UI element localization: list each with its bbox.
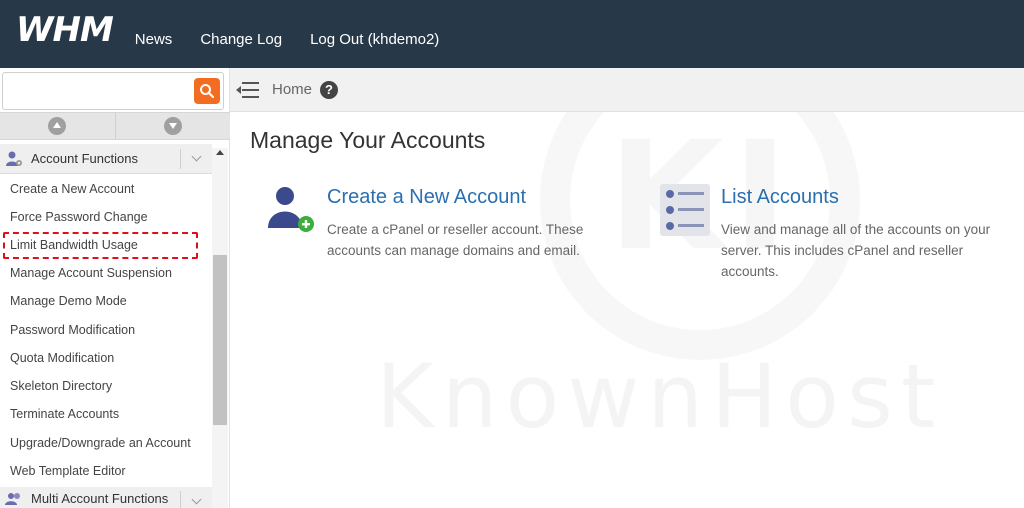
menu-item-force-password-change[interactable]: Force Password Change — [0, 203, 210, 231]
category-multi-account-functions[interactable]: Multi Account Functions — [0, 487, 212, 508]
search-icon — [200, 84, 215, 99]
collapse-toggle[interactable] — [180, 148, 212, 169]
card-description: Create a cPanel or reseller account. The… — [327, 222, 584, 258]
menu-item-create-account[interactable]: Create a New Account — [0, 175, 210, 203]
watermark-text: KnownHost — [376, 345, 943, 448]
arrow-down-icon — [163, 117, 182, 135]
nav-news-link[interactable]: News — [135, 31, 173, 48]
menu-item-quota-modification[interactable]: Quota Modification — [0, 344, 210, 372]
scroll-up-button[interactable] — [0, 113, 116, 139]
menu-item-terminate-accounts[interactable]: Terminate Accounts — [0, 400, 210, 428]
menu-item-account-suspension[interactable]: Manage Account Suspension — [0, 259, 210, 287]
card-title[interactable]: List Accounts — [721, 186, 1016, 209]
top-nav: News Change Log Log Out (khdemo2) — [135, 31, 468, 48]
nav-logout-link[interactable]: Log Out (khdemo2) — [310, 31, 439, 48]
highlight-annotation — [3, 232, 198, 259]
chevron-down-icon — [191, 494, 202, 504]
menu-item-upgrade-downgrade[interactable]: Upgrade/Downgrade an Account — [0, 429, 210, 457]
menu-item-password-modification[interactable]: Password Modification — [0, 316, 210, 344]
category-account-functions[interactable]: Account Functions — [0, 144, 212, 174]
scrollbar-thumb[interactable] — [213, 255, 227, 425]
menu-item-skeleton-directory[interactable]: Skeleton Directory — [0, 372, 210, 400]
card-create-account: Create a New Account Create a cPanel or … — [327, 186, 617, 261]
user-gear-icon — [6, 151, 22, 166]
card-title[interactable]: Create a New Account — [327, 186, 617, 209]
whm-logo[interactable]: WHM — [16, 10, 114, 50]
nav-change-log-link[interactable]: Change Log — [200, 31, 282, 48]
category-label: Account Functions — [31, 151, 138, 166]
help-icon[interactable]: ? — [320, 80, 339, 99]
menu-item-web-template-editor[interactable]: Web Template Editor — [0, 457, 210, 485]
add-user-icon[interactable] — [266, 184, 316, 234]
breadcrumb: Home ? — [230, 68, 1024, 112]
arrow-up-icon — [48, 117, 67, 135]
sidebar: Account Functions Create a New Account F… — [0, 68, 230, 508]
card-list-accounts: List Accounts View and manage all of the… — [721, 186, 1016, 282]
list-accounts-icon[interactable] — [660, 184, 710, 236]
search-input[interactable] — [3, 73, 193, 109]
menu-item-demo-mode[interactable]: Manage Demo Mode — [0, 287, 210, 315]
chevron-down-icon — [191, 151, 202, 162]
category-label: Multi Account Functions — [31, 491, 169, 506]
page-title: Manage Your Accounts — [250, 127, 486, 153]
breadcrumb-home[interactable]: Home — [272, 81, 312, 98]
top-bar: WHM News Change Log Log Out (khdemo2) — [0, 0, 1024, 68]
card-description: View and manage all of the accounts on y… — [721, 222, 991, 279]
scroll-down-button[interactable] — [116, 113, 231, 139]
menu-collapse-icon[interactable] — [236, 81, 260, 99]
search-box — [2, 72, 224, 110]
search-button[interactable] — [194, 78, 220, 104]
sidebar-scroll-controls — [0, 112, 230, 140]
users-icon — [5, 493, 20, 505]
scroll-up-arrow-icon[interactable] — [216, 150, 224, 155]
collapse-toggle[interactable] — [180, 491, 212, 508]
